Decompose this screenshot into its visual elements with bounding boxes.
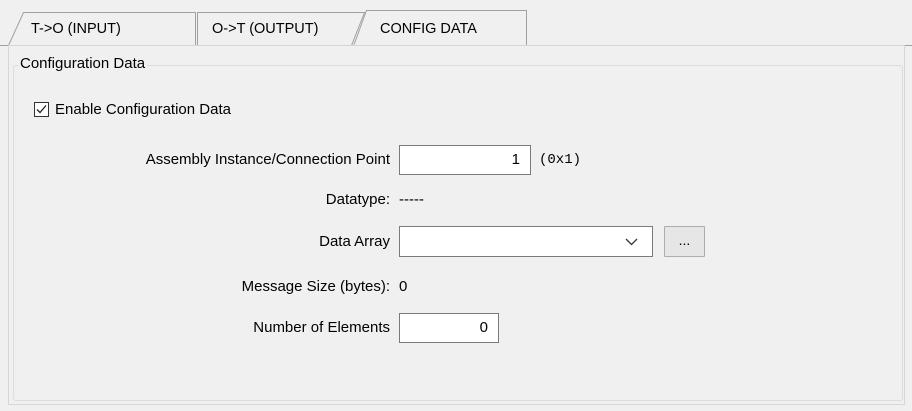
group-title: Configuration Data bbox=[18, 55, 148, 73]
datatype-value: ----- bbox=[399, 191, 424, 208]
assembly-instance-label: Assembly Instance/Connection Point bbox=[145, 151, 390, 168]
enable-config-checkbox[interactable] bbox=[34, 101, 49, 117]
data-array-dropdown[interactable] bbox=[399, 226, 653, 257]
tab-input-label: T->O (INPUT) bbox=[31, 21, 121, 37]
chevron-down-icon bbox=[625, 238, 638, 246]
data-array-label: Data Array bbox=[319, 233, 390, 250]
enable-config-label: Enable Configuration Data bbox=[55, 100, 231, 118]
message-size-value: 0 bbox=[399, 278, 408, 295]
enable-config-checkbox-row[interactable]: Enable Configuration Data bbox=[34, 99, 231, 119]
message-size-label: Message Size (bytes): bbox=[241, 278, 390, 295]
assembly-instance-input[interactable]: 1 bbox=[399, 145, 531, 175]
datatype-label: Datatype: bbox=[325, 191, 390, 208]
tab-output-label: O->T (OUTPUT) bbox=[212, 21, 319, 37]
data-array-browse-button[interactable]: ... bbox=[664, 226, 705, 257]
tab-config-data-label: CONFIG DATA bbox=[380, 21, 477, 37]
assembly-instance-hex: (0x1) bbox=[539, 152, 582, 168]
number-of-elements-label: Number of Elements bbox=[253, 319, 390, 336]
tab-strip: T->O (INPUT) O->T (OUTPUT) CONFIG DATA bbox=[0, 0, 912, 46]
number-of-elements-input[interactable]: 0 bbox=[399, 313, 499, 343]
checkmark-icon bbox=[36, 104, 47, 113]
